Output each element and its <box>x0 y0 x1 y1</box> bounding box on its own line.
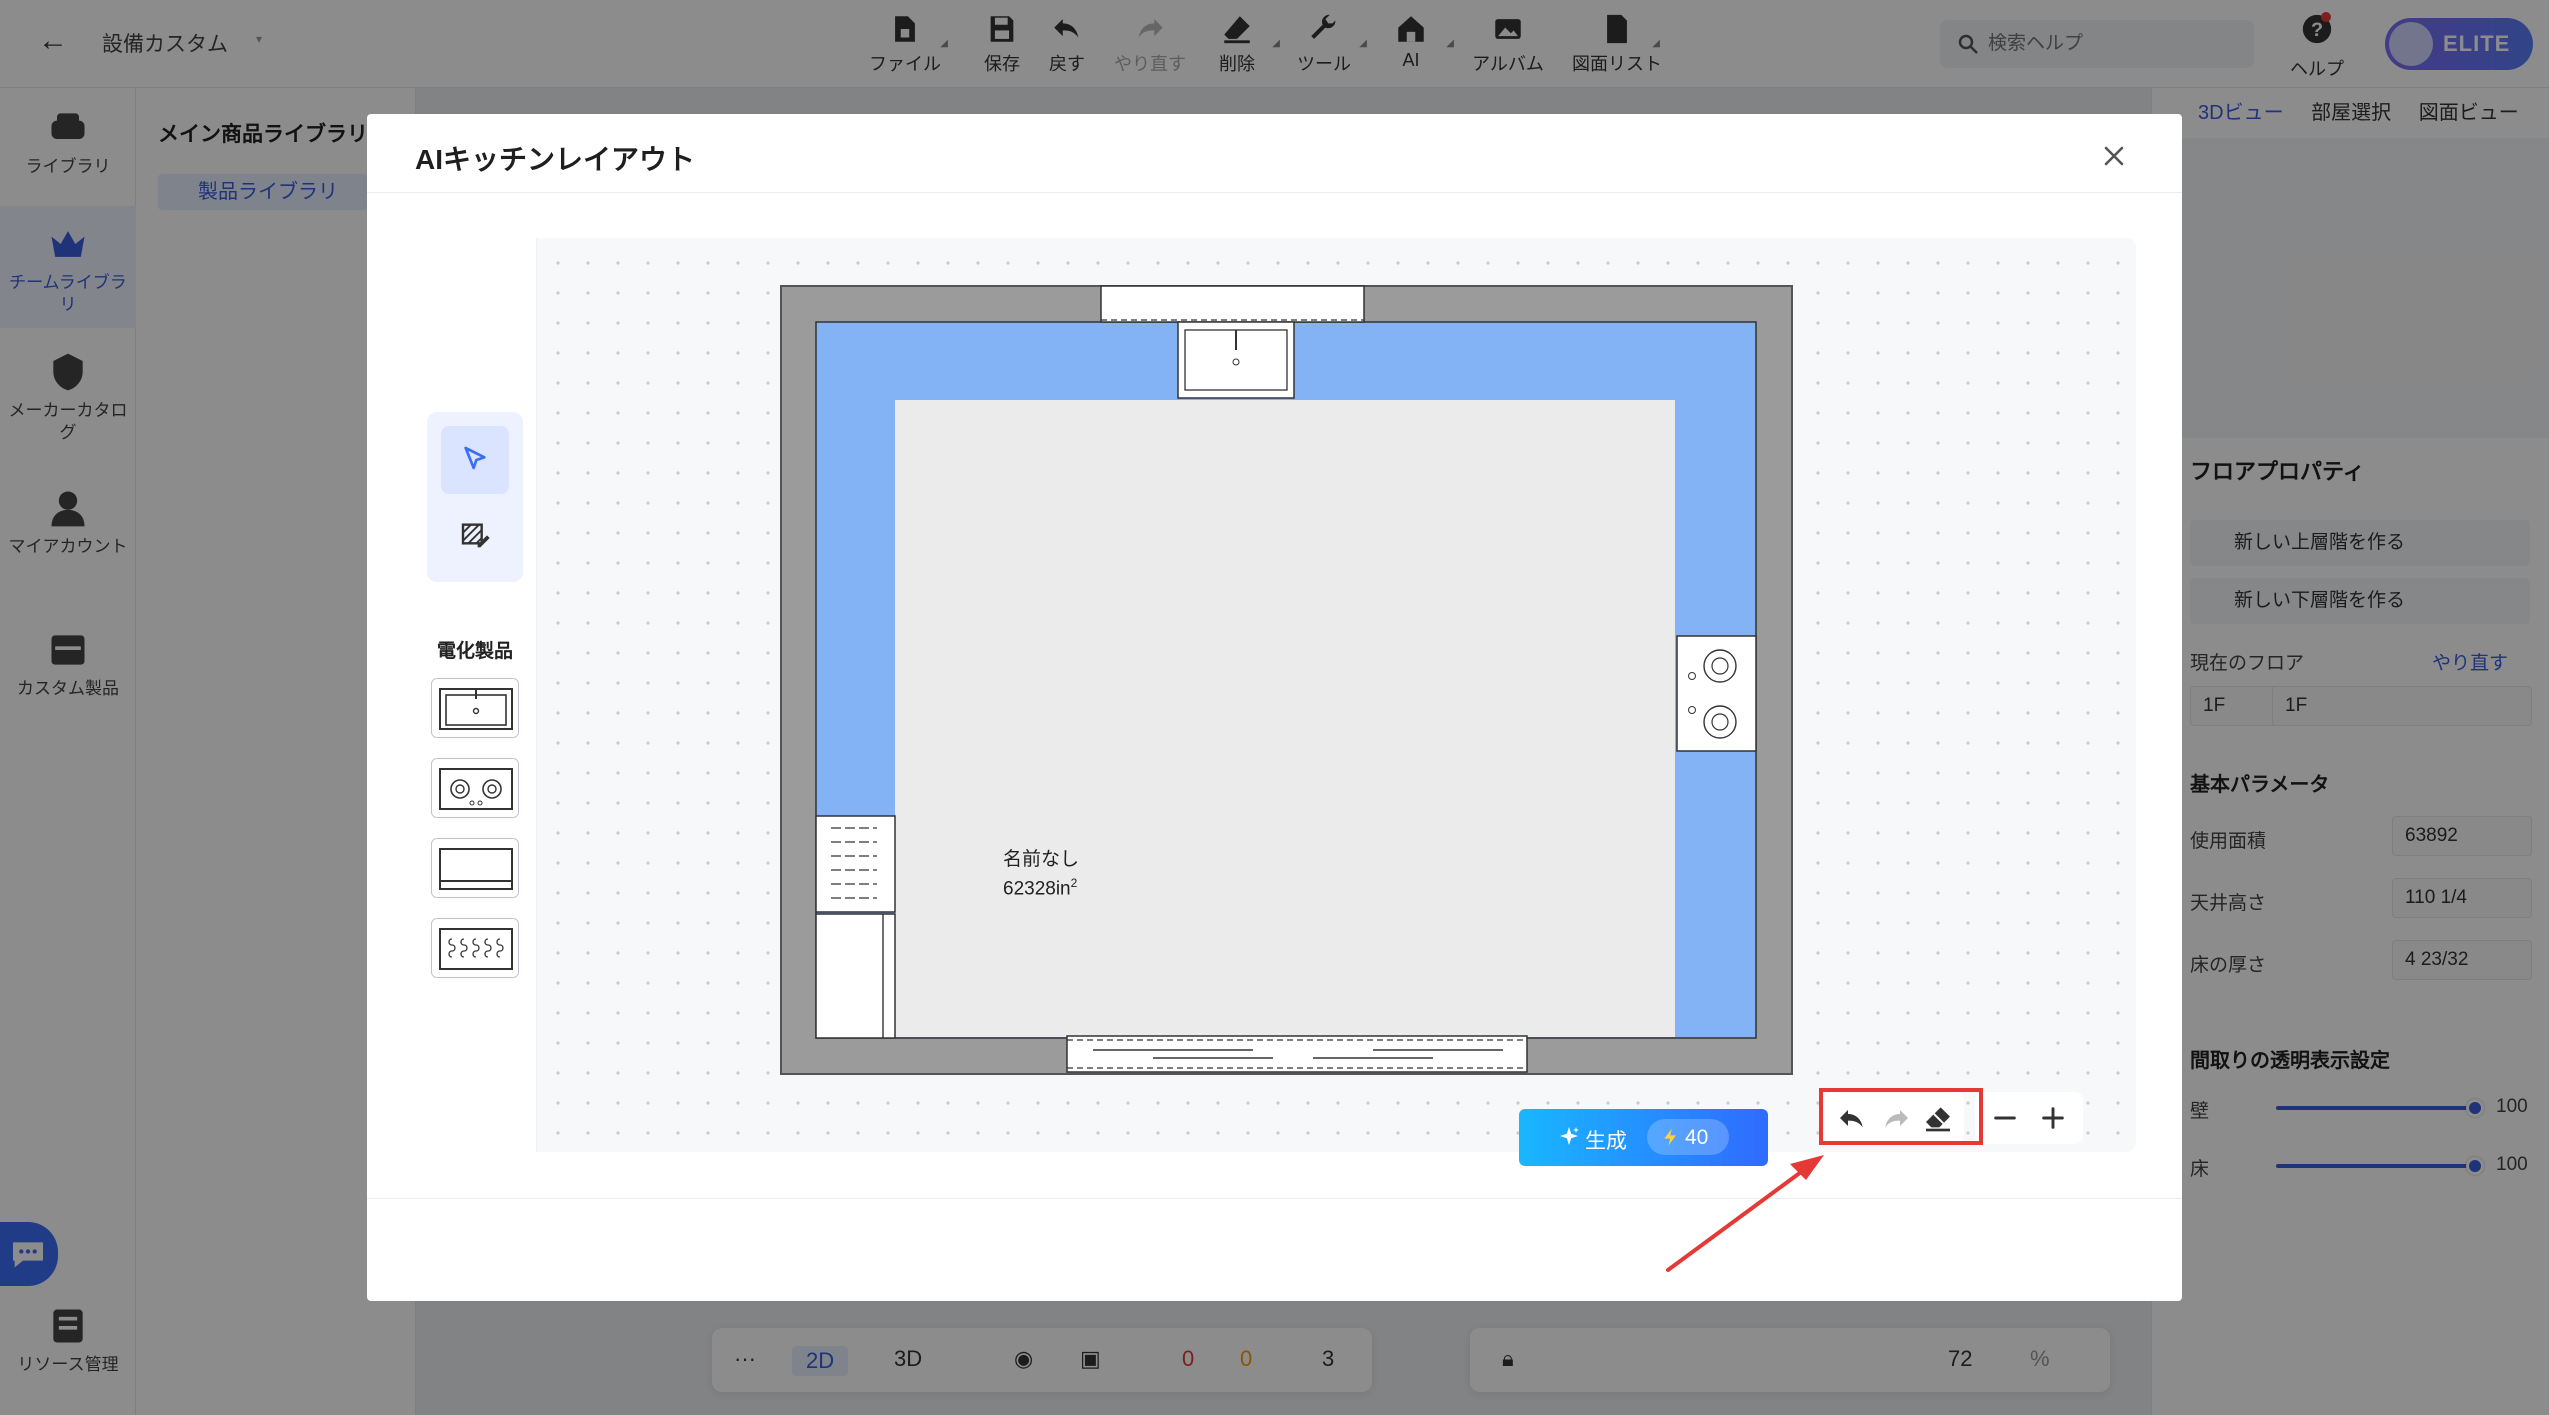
zoom-in-icon[interactable] <box>2037 1102 2069 1134</box>
credit-cost: 40 <box>1685 1126 1709 1149</box>
stove-fixture[interactable] <box>1676 635 1757 752</box>
top-window[interactable] <box>1100 285 1365 323</box>
floor-plan[interactable] <box>413 238 2136 1152</box>
room-name: 名前なし <box>1003 849 1080 870</box>
layout-editor[interactable]: 電化製品 <box>413 238 2136 1152</box>
room-area: 62328in2 <box>1003 876 1077 900</box>
divider <box>367 192 2182 193</box>
lightning-icon <box>1664 1128 1676 1146</box>
dialog-title: AIキッチンレイアウト <box>415 144 696 175</box>
zoom-controls <box>1975 1092 2083 1144</box>
credit-cost-badge: 40 <box>1647 1119 1729 1155</box>
divider <box>367 1198 2182 1199</box>
highlight-box <box>1819 1088 1983 1145</box>
sparkle-icon <box>1560 1127 1579 1145</box>
dishwasher-fixture[interactable] <box>815 815 896 913</box>
bottom-door[interactable] <box>1066 1035 1528 1073</box>
room-floor[interactable] <box>895 400 1675 1037</box>
zoom-out-icon[interactable] <box>1989 1102 2021 1134</box>
generate-label: 生成 <box>1585 1130 1627 1153</box>
generate-button[interactable]: 生成 40 <box>1519 1109 1768 1166</box>
room-area-unit: 2 <box>1070 876 1078 890</box>
room-area-value: 62328in <box>1003 878 1071 900</box>
close-icon[interactable] <box>2094 136 2134 176</box>
